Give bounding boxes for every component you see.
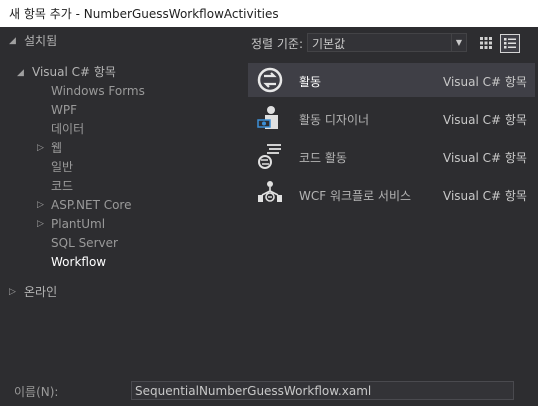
item-type: Visual C# 항목 xyxy=(443,151,527,165)
tree-item-plantuml[interactable]: PlantUml xyxy=(51,216,105,232)
activity-designer-icon xyxy=(257,106,278,129)
expand-arrow-icon[interactable]: ▷ xyxy=(37,197,44,213)
item-name: 활동 디자이너 xyxy=(299,113,370,127)
tree-visual-cs[interactable]: Visual C# 항목 xyxy=(32,64,116,80)
list-item-wcf-workflow-service[interactable]: WCF 워크플로 서비스 Visual C# 항목 xyxy=(248,177,535,211)
dialog-body: ◢ 설치됨 ◢ Visual C# 항목 Windows Forms WPF 데… xyxy=(0,27,538,406)
list-view-button[interactable] xyxy=(500,34,520,53)
item-type: Visual C# 항목 xyxy=(443,189,527,203)
list-view-icon xyxy=(504,38,516,49)
tree-item-windows-forms[interactable]: Windows Forms xyxy=(51,83,145,99)
tree-installed[interactable]: 설치됨 xyxy=(24,33,57,49)
tree-item-workflow[interactable]: Workflow xyxy=(51,254,106,270)
expand-arrow-icon[interactable]: ▷ xyxy=(37,140,44,156)
collapse-arrow-icon[interactable]: ◢ xyxy=(17,65,24,81)
collapse-arrow-icon[interactable]: ◢ xyxy=(9,33,16,49)
item-type: Visual C# 항목 xyxy=(443,75,527,89)
template-list: 활동 Visual C# 항목 활동 디자이너 Visual C# 항목 코드 … xyxy=(248,63,538,223)
code-activity-icon xyxy=(258,144,281,169)
template-tree: ◢ 설치됨 ◢ Visual C# 항목 Windows Forms WPF 데… xyxy=(0,27,246,372)
name-row: 이름(N): xyxy=(0,374,538,406)
tree-item-aspnet-core[interactable]: ASP.NET Core xyxy=(51,197,131,213)
expand-arrow-icon[interactable]: ▷ xyxy=(9,284,16,300)
chevron-down-icon[interactable]: ▼ xyxy=(451,34,466,51)
tree-online[interactable]: 온라인 xyxy=(24,284,57,300)
tree-item-code[interactable]: 코드 xyxy=(51,178,73,194)
list-item-activity-designer[interactable]: 활동 디자이너 Visual C# 항목 xyxy=(248,101,535,135)
item-type: Visual C# 항목 xyxy=(443,113,527,127)
title-bar: 새 항목 추가 - NumberGuessWorkflowActivities xyxy=(0,0,538,27)
wcf-workflow-service-icon xyxy=(258,181,282,202)
name-input[interactable] xyxy=(131,381,514,400)
window-title: 새 항목 추가 - NumberGuessWorkflowActivities xyxy=(9,7,279,21)
activity-icon xyxy=(257,67,283,93)
tree-item-sql-server[interactable]: SQL Server xyxy=(51,235,118,251)
expand-arrow-icon[interactable]: ▷ xyxy=(37,216,44,232)
grid-view-icon xyxy=(480,37,492,49)
tree-item-wpf[interactable]: WPF xyxy=(51,102,77,118)
tree-item-data[interactable]: 데이터 xyxy=(51,121,84,137)
name-label: 이름(N): xyxy=(14,385,59,399)
item-name: 활동 xyxy=(299,75,322,89)
item-name: WCF 워크플로 서비스 xyxy=(299,189,412,203)
tree-item-general[interactable]: 일반 xyxy=(51,159,73,175)
list-item-activity[interactable]: 활동 Visual C# 항목 xyxy=(248,63,535,97)
sort-label: 정렬 기준: xyxy=(251,37,304,51)
list-item-code-activity[interactable]: 코드 활동 Visual C# 항목 xyxy=(248,139,535,173)
sort-dropdown[interactable]: 기본값 ▼ xyxy=(307,33,467,52)
medium-icons-view-button[interactable] xyxy=(477,34,497,53)
item-name: 코드 활동 xyxy=(299,151,347,165)
tree-item-web[interactable]: 웹 xyxy=(51,140,62,156)
sort-value: 기본값 xyxy=(312,37,346,51)
